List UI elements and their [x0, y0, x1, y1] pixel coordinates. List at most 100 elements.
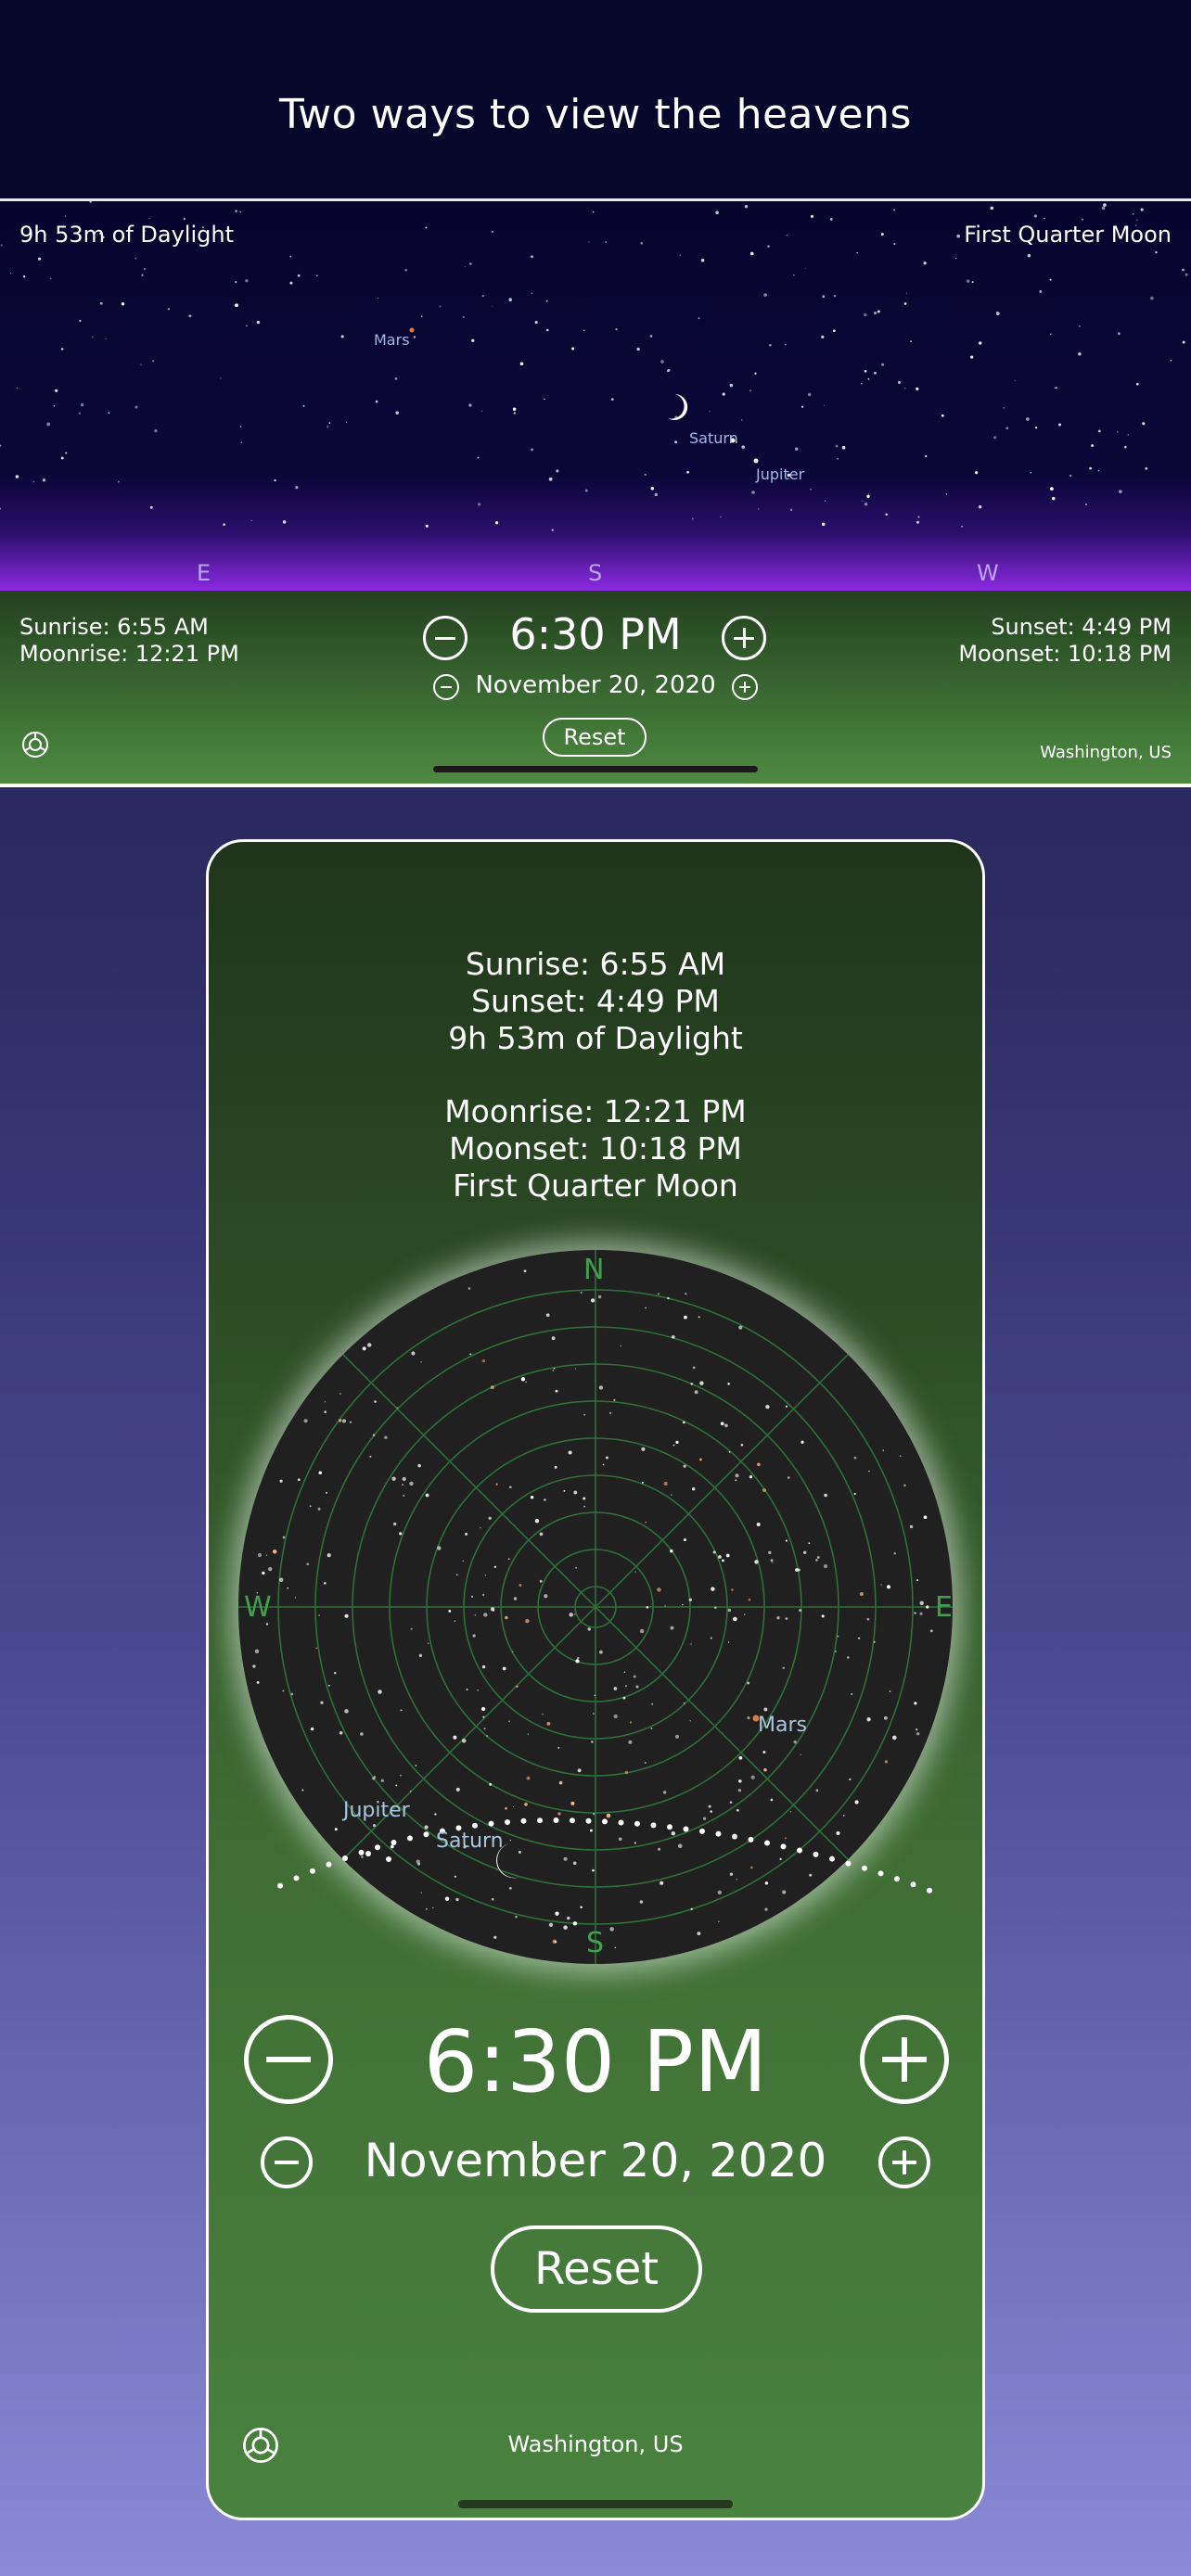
star [800, 405, 804, 408]
star [916, 520, 919, 524]
time-plus-button[interactable] [860, 2015, 949, 2104]
star [722, 1559, 724, 1562]
star [369, 1455, 372, 1458]
daylight-label: 9h 53m of Daylight [19, 222, 234, 248]
ecliptic-dot [780, 1843, 787, 1850]
star [525, 1618, 530, 1624]
date-display: November 20, 2020 [364, 2134, 827, 2187]
star [80, 402, 84, 407]
star [821, 522, 826, 527]
star [548, 1922, 554, 1927]
star [558, 1780, 563, 1785]
date-minus-button[interactable] [433, 674, 459, 700]
ecliptic-dot [472, 1822, 478, 1829]
star [624, 1770, 629, 1775]
star [649, 335, 653, 338]
star [417, 1463, 421, 1468]
star [563, 1856, 568, 1861]
star [591, 1741, 594, 1743]
star [108, 412, 110, 414]
star [1091, 444, 1095, 447]
star [785, 343, 787, 346]
star [413, 336, 416, 338]
star [690, 1643, 692, 1645]
time-minus-button[interactable] [244, 2015, 333, 2104]
star [916, 387, 919, 391]
star [903, 1484, 906, 1487]
star [1182, 268, 1185, 272]
star [462, 315, 465, 319]
star [282, 520, 287, 524]
star [853, 1456, 857, 1460]
reset-button[interactable]: Reset [491, 2225, 702, 2313]
star [810, 214, 813, 218]
star [644, 473, 647, 476]
star [1069, 474, 1072, 477]
star [470, 1595, 474, 1598]
star [815, 1559, 818, 1562]
star [290, 1692, 294, 1696]
star [583, 329, 585, 332]
sky-dome-map[interactable] [238, 1250, 953, 1964]
ecliptic-dot [618, 1819, 624, 1826]
star [821, 1614, 825, 1618]
star [808, 1542, 811, 1545]
star [400, 1709, 403, 1712]
time-plus-button[interactable] [722, 616, 766, 660]
star [490, 1385, 494, 1390]
star [545, 1313, 550, 1317]
star [708, 1804, 711, 1808]
star-field [0, 201, 1188, 531]
star [324, 1400, 327, 1403]
star [735, 1473, 739, 1478]
star [527, 1733, 529, 1735]
star [10, 273, 12, 274]
star [105, 338, 107, 339]
star [468, 403, 472, 407]
star [592, 1713, 595, 1715]
star [594, 1694, 596, 1697]
star [410, 1627, 413, 1630]
star [1030, 472, 1032, 474]
star [295, 486, 299, 490]
star [466, 1689, 468, 1690]
star [99, 301, 103, 305]
star [770, 1559, 774, 1562]
star [898, 380, 901, 384]
time-minus-button[interactable] [423, 616, 467, 660]
gear-icon[interactable] [19, 729, 51, 760]
date-minus-button[interactable] [261, 2136, 313, 2188]
star [602, 1463, 605, 1466]
star [306, 1562, 310, 1566]
ecliptic-dot [505, 1819, 510, 1825]
star [785, 1539, 788, 1542]
star [905, 292, 907, 294]
star [491, 1897, 494, 1901]
star [508, 298, 513, 302]
star [667, 1296, 670, 1300]
star [597, 1294, 602, 1299]
star [993, 436, 997, 440]
ecliptic-dot [310, 1868, 315, 1874]
home-indicator[interactable] [458, 2500, 733, 2508]
star [1084, 503, 1088, 506]
home-indicator[interactable] [433, 766, 758, 772]
date-plus-button[interactable] [878, 2136, 930, 2188]
ecliptic-dot [748, 1836, 754, 1843]
reset-button[interactable]: Reset [543, 718, 647, 757]
star [660, 1881, 664, 1885]
star [239, 210, 241, 213]
star [749, 1474, 753, 1479]
star [577, 1768, 582, 1773]
star [606, 1813, 611, 1818]
star [658, 1847, 661, 1851]
date-plus-button[interactable] [732, 674, 758, 700]
star [917, 516, 920, 518]
star [671, 1334, 675, 1339]
star [544, 1594, 548, 1599]
star [727, 1641, 730, 1643]
star [740, 1443, 744, 1447]
ecliptic-dot [894, 1876, 900, 1882]
star [1014, 380, 1016, 382]
star [235, 280, 237, 284]
